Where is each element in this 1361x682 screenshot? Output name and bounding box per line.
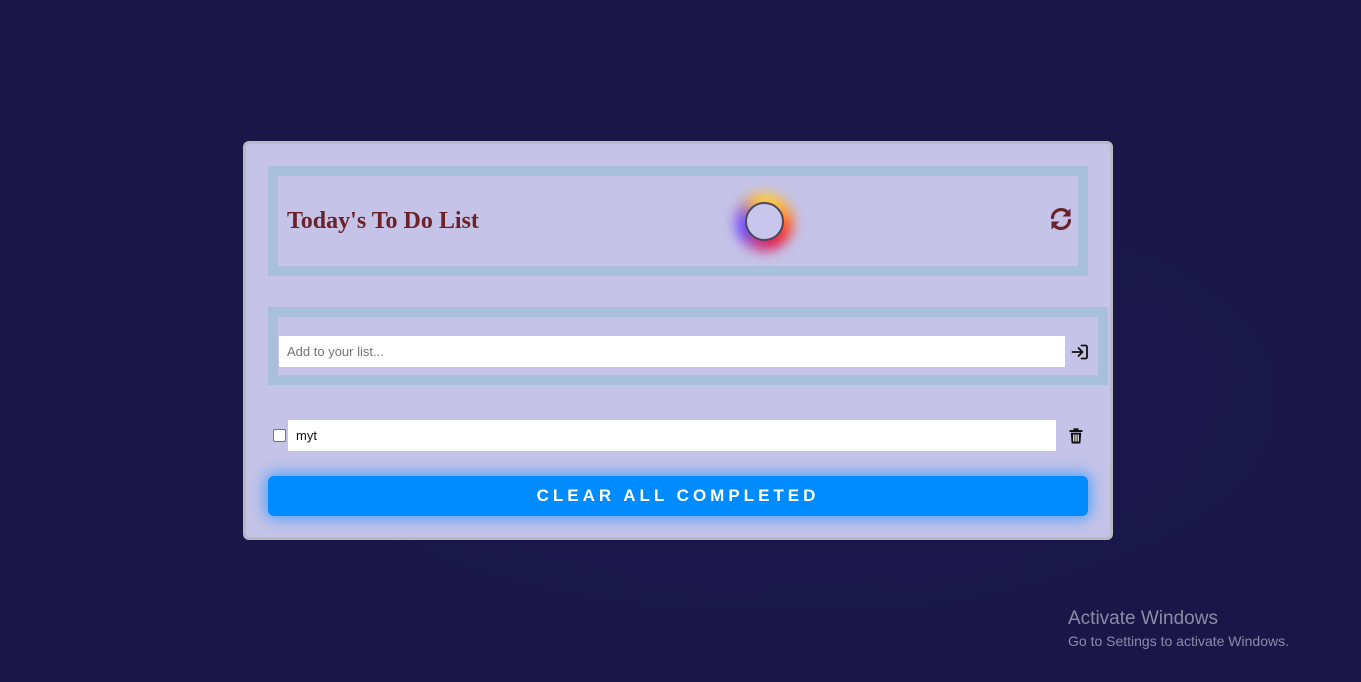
- activate-windows-watermark: Activate Windows Go to Settings to activ…: [1068, 608, 1289, 652]
- add-item-panel: [268, 307, 1108, 385]
- watermark-subtitle: Go to Settings to activate Windows.: [1068, 633, 1289, 649]
- todo-item-text[interactable]: myt: [288, 420, 1056, 451]
- add-item-input[interactable]: [279, 336, 1065, 367]
- todo-card: Today's To Do List myt: [243, 141, 1113, 540]
- todo-item: myt: [268, 420, 1088, 451]
- add-item-submit-button[interactable]: [1071, 343, 1089, 361]
- trash-icon: [1069, 428, 1083, 444]
- sign-in-arrow-icon: [1071, 344, 1088, 360]
- delete-todo-button[interactable]: [1069, 428, 1083, 444]
- gradient-orb-icon: [733, 191, 795, 253]
- refresh-icon: [1050, 207, 1072, 231]
- refresh-button[interactable]: [1048, 206, 1074, 232]
- orb-core: [745, 202, 784, 241]
- page-title: Today's To Do List: [287, 208, 479, 234]
- header-panel: Today's To Do List: [268, 166, 1088, 276]
- todo-checkbox[interactable]: [273, 429, 286, 442]
- clear-all-completed-button[interactable]: CLEAR ALL COMPLETED: [268, 476, 1088, 516]
- watermark-title: Activate Windows: [1068, 608, 1218, 629]
